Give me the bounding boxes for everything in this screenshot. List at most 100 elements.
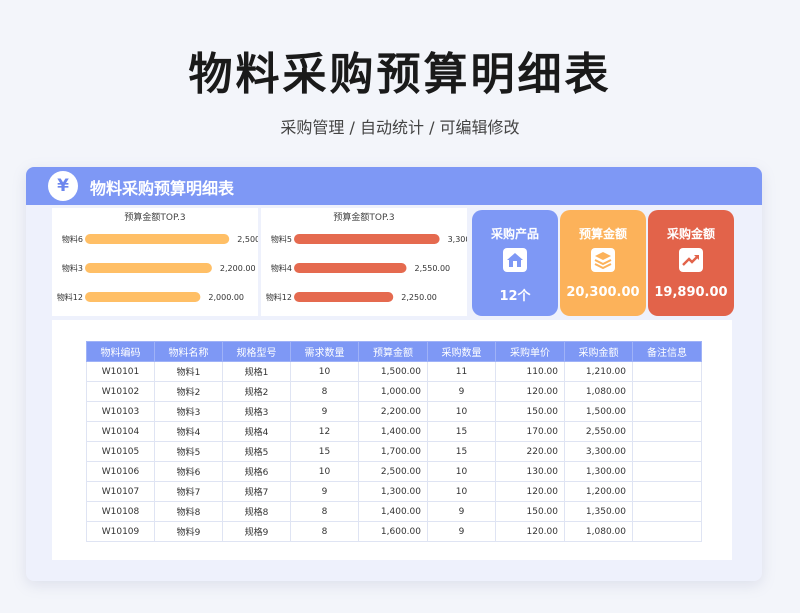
cell-col-demand-qty[interactable]: 8 [290, 501, 359, 522]
cell-col-material-code[interactable]: W10102 [86, 381, 155, 402]
cell-col-remarks[interactable] [632, 501, 702, 522]
cell-col-material-code[interactable]: W10101 [86, 361, 155, 382]
cell-col-purchase-qty[interactable]: 10 [427, 461, 496, 482]
table-row: W10102 物料2 规格2 8 1,000.00 9 120.00 1,080.00 [86, 381, 702, 402]
cell-col-spec[interactable]: 规格6 [222, 461, 291, 482]
cell-col-budget-amount[interactable]: 1,000.00 [358, 381, 428, 402]
cell-col-material-code[interactable]: W10109 [86, 521, 155, 542]
cell-col-material-code[interactable]: W10108 [86, 501, 155, 522]
cell-col-spec[interactable]: 规格2 [222, 381, 291, 402]
cell-col-material-code[interactable]: W10103 [86, 401, 155, 422]
cell-col-remarks[interactable] [632, 441, 702, 462]
table-row: W10104 物料4 规格4 12 1,400.00 15 170.00 2,550.00 [86, 421, 702, 442]
kpi-label: 采购金额 [666, 227, 715, 241]
cell-col-material-code[interactable]: W10104 [86, 421, 155, 442]
cell-col-remarks[interactable] [632, 521, 702, 542]
cell-col-unit-price[interactable]: 170.00 [495, 421, 565, 442]
cell-col-purchase-qty[interactable]: 9 [427, 381, 496, 402]
cell-col-remarks[interactable] [632, 421, 702, 442]
cell-col-purchase-qty[interactable]: 15 [427, 441, 496, 462]
cell-col-material-name[interactable]: 物料1 [154, 361, 223, 382]
cell-col-material-name[interactable]: 物料9 [154, 521, 223, 542]
cell-col-material-name[interactable]: 物料4 [154, 421, 223, 442]
cell-col-purchase-amount[interactable]: 1,080.00 [564, 381, 633, 402]
cell-col-spec[interactable]: 规格9 [222, 521, 291, 542]
cell-col-purchase-amount[interactable]: 1,210.00 [564, 361, 633, 382]
cell-col-spec[interactable]: 规格5 [222, 441, 291, 462]
cell-col-budget-amount[interactable]: 2,200.00 [358, 401, 428, 422]
cell-col-unit-price[interactable]: 220.00 [495, 441, 565, 462]
cell-col-budget-amount[interactable]: 1,300.00 [358, 481, 428, 502]
table-row: W10109 物料9 规格9 8 1,600.00 9 120.00 1,080.00 [86, 521, 702, 542]
cell-col-material-code[interactable]: W10107 [86, 481, 155, 502]
header-col-spec: 规格型号 [222, 341, 291, 362]
cell-col-purchase-qty[interactable]: 10 [427, 401, 496, 422]
cell-col-remarks[interactable] [632, 461, 702, 482]
cell-col-budget-amount[interactable]: 1,400.00 [358, 501, 428, 522]
kpi-card-products: 采购产品 12个 [472, 210, 558, 316]
cell-col-material-name[interactable]: 物料7 [154, 481, 223, 502]
cell-col-demand-qty[interactable]: 8 [290, 381, 359, 402]
cell-col-material-code[interactable]: W10105 [86, 441, 155, 462]
cell-col-purchase-qty[interactable]: 11 [427, 361, 496, 382]
cell-col-unit-price[interactable]: 120.00 [495, 481, 565, 502]
cell-col-budget-amount[interactable]: 2,500.00 [358, 461, 428, 482]
cell-col-remarks[interactable] [632, 381, 702, 402]
cell-col-budget-amount[interactable]: 1,400.00 [358, 421, 428, 442]
cell-col-unit-price[interactable]: 120.00 [495, 381, 565, 402]
cell-col-demand-qty[interactable]: 10 [290, 461, 359, 482]
kpi-value: 12个 [499, 289, 531, 304]
budget-card: ¥ 物料采购预算明细表 预算金额TOP.3 物料6 2,500.00 物料3 2,200… [26, 167, 762, 581]
chart-value-label: 2,550.00 [415, 264, 451, 273]
cell-col-budget-amount[interactable]: 1,500.00 [358, 361, 428, 382]
yen-icon: ¥ [48, 171, 78, 201]
cell-col-demand-qty[interactable]: 9 [290, 481, 359, 502]
cell-col-purchase-qty[interactable]: 15 [427, 421, 496, 442]
cell-col-purchase-amount[interactable]: 1,080.00 [564, 521, 633, 542]
cell-col-material-code[interactable]: W10106 [86, 461, 155, 482]
chart-value-label: 2,500.00 [237, 235, 258, 244]
cell-col-remarks[interactable] [632, 401, 702, 422]
cell-col-material-name[interactable]: 物料8 [154, 501, 223, 522]
cell-col-material-name[interactable]: 物料3 [154, 401, 223, 422]
cell-col-purchase-qty[interactable]: 10 [427, 481, 496, 502]
cell-col-material-name[interactable]: 物料5 [154, 441, 223, 462]
cell-col-remarks[interactable] [632, 481, 702, 502]
cell-col-purchase-amount[interactable]: 1,300.00 [564, 461, 633, 482]
budget-top3-chart-right: 预算金额TOP.3 物料5 3,300.00 物料4 2,550.00 物料12 2,250… [266, 211, 467, 302]
cell-col-spec[interactable]: 规格7 [222, 481, 291, 502]
cell-col-material-name[interactable]: 物料6 [154, 461, 223, 482]
cell-col-demand-qty[interactable]: 15 [290, 441, 359, 462]
cell-col-material-name[interactable]: 物料2 [154, 381, 223, 402]
header-col-remarks: 备注信息 [632, 341, 702, 362]
cell-col-unit-price[interactable]: 130.00 [495, 461, 565, 482]
cell-col-unit-price[interactable]: 110.00 [495, 361, 565, 382]
cell-col-unit-price[interactable]: 150.00 [495, 501, 565, 522]
kpi-value: 20,300.00 [566, 285, 640, 300]
cell-col-unit-price[interactable]: 120.00 [495, 521, 565, 542]
cell-col-demand-qty[interactable]: 10 [290, 361, 359, 382]
cell-col-spec[interactable]: 规格8 [222, 501, 291, 522]
cell-col-demand-qty[interactable]: 9 [290, 401, 359, 422]
chart-category-label: 物料12 [57, 292, 83, 302]
cell-col-demand-qty[interactable]: 8 [290, 521, 359, 542]
cell-col-spec[interactable]: 规格3 [222, 401, 291, 422]
cell-col-budget-amount[interactable]: 1,700.00 [358, 441, 428, 462]
chart-category-label: 物料6 [62, 234, 83, 244]
cell-col-purchase-amount[interactable]: 3,300.00 [564, 441, 633, 462]
kpi-value: 19,890.00 [654, 285, 728, 300]
cell-col-purchase-amount[interactable]: 1,200.00 [564, 481, 633, 502]
cell-col-purchase-amount[interactable]: 1,350.00 [564, 501, 633, 522]
cell-col-unit-price[interactable]: 150.00 [495, 401, 565, 422]
cell-col-budget-amount[interactable]: 1,600.00 [358, 521, 428, 542]
cell-col-purchase-amount[interactable]: 2,550.00 [564, 421, 633, 442]
cell-col-purchase-amount[interactable]: 1,500.00 [564, 401, 633, 422]
cell-col-spec[interactable]: 规格1 [222, 361, 291, 382]
chart-category-label: 物料12 [266, 292, 292, 302]
table-row: W10107 物料7 规格7 9 1,300.00 10 120.00 1,200.00 [86, 481, 702, 502]
cell-col-demand-qty[interactable]: 12 [290, 421, 359, 442]
cell-col-spec[interactable]: 规格4 [222, 421, 291, 442]
cell-col-purchase-qty[interactable]: 9 [427, 501, 496, 522]
cell-col-purchase-qty[interactable]: 9 [427, 521, 496, 542]
cell-col-remarks[interactable] [632, 361, 702, 382]
